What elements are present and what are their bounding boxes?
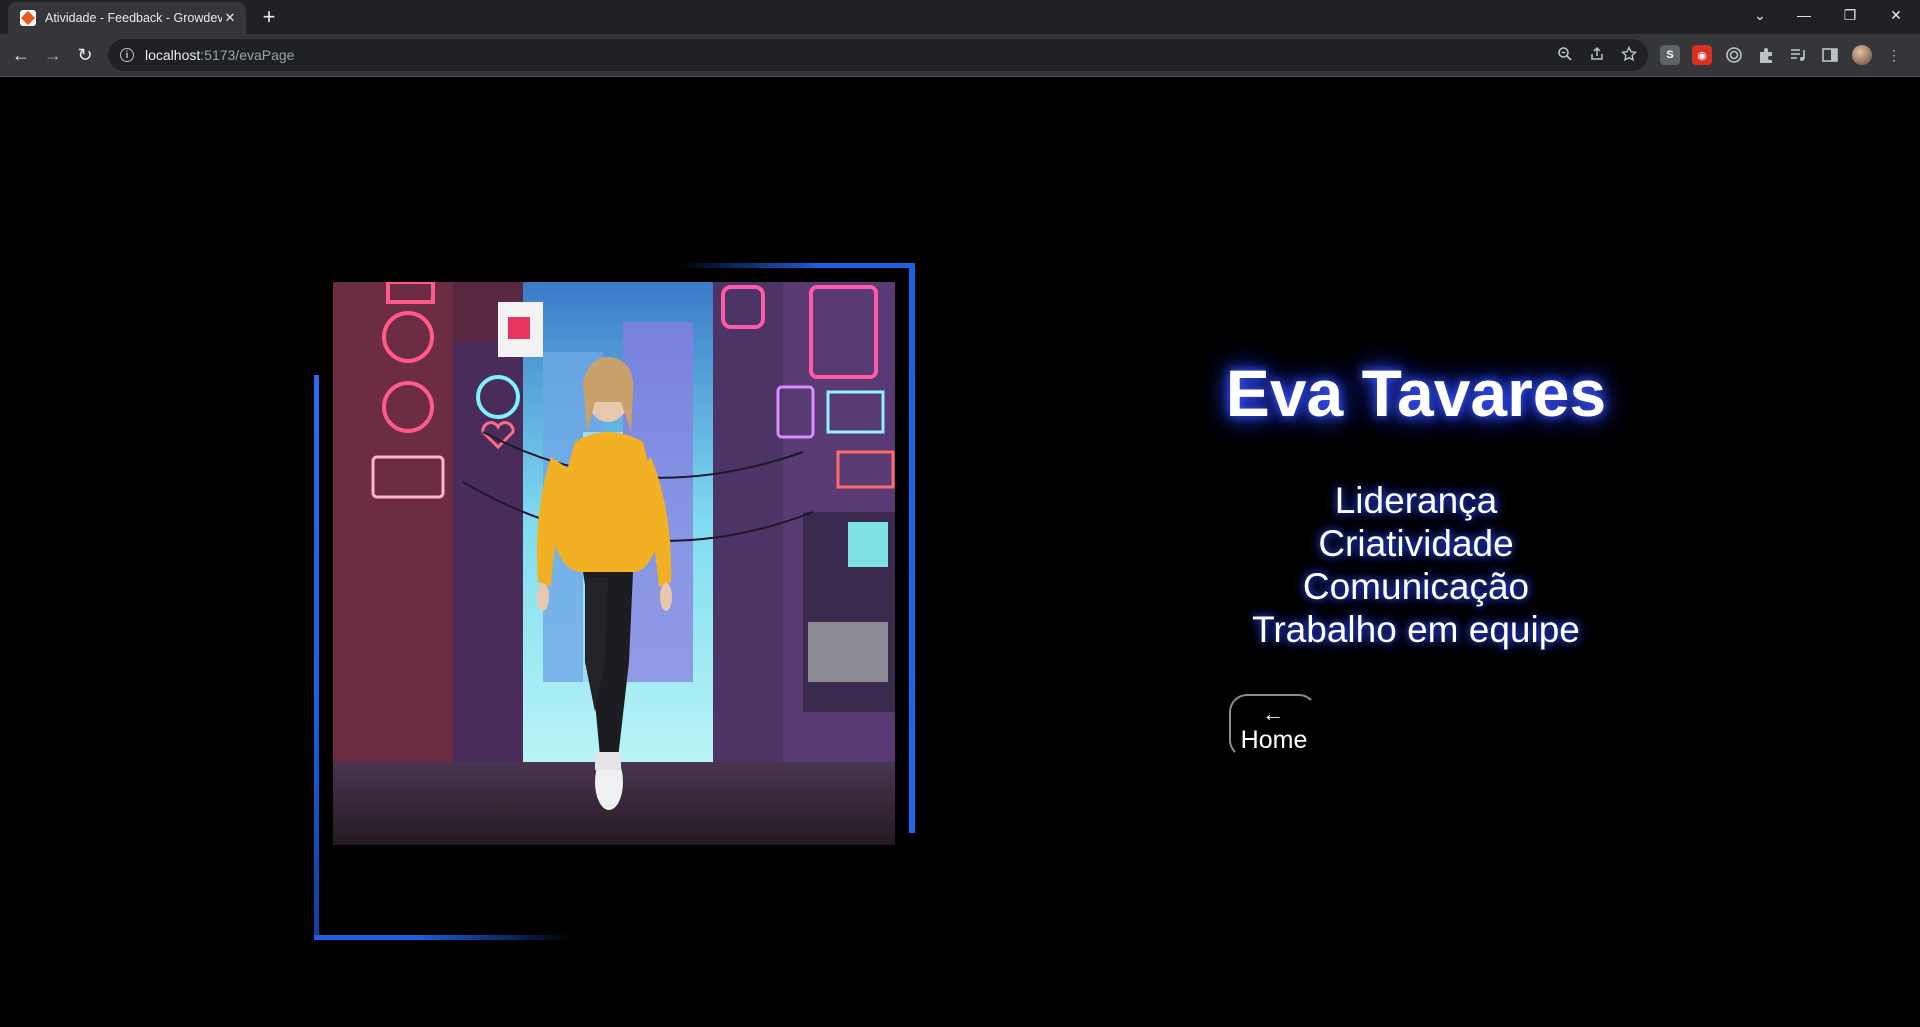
skill-item: Trabalho em equipe <box>1252 609 1580 650</box>
skill-item: Comunicação <box>1302 566 1530 607</box>
red-extension-icon[interactable]: ◉ <box>1692 45 1712 65</box>
url-text[interactable]: localhost:5173/evaPage <box>145 47 294 63</box>
tab-title: Atividade - Feedback - Growdev <box>45 11 222 25</box>
target-extension-icon[interactable] <box>1724 45 1744 65</box>
page-viewport: Eva Tavares Liderança Criatividade Comun… <box>0 77 1920 1027</box>
browser-tab-active[interactable]: Atividade - Feedback - Growdev ✕ <box>8 2 246 34</box>
profile-portrait-image <box>333 282 895 845</box>
zoom-icon[interactable] <box>1556 46 1574 65</box>
puzzle-icon[interactable] <box>1756 45 1776 65</box>
arrow-left-icon: ← <box>1262 701 1284 726</box>
restore-button[interactable]: ❐ <box>1828 0 1872 30</box>
minimize-button[interactable]: — <box>1782 0 1826 30</box>
reload-button[interactable]: ↻ <box>73 43 97 67</box>
url-path: :5173/evaPage <box>200 47 295 63</box>
browser-tab-strip: Atividade - Feedback - Growdev ✕ + ⌄ — ❐… <box>0 0 1920 34</box>
home-button-label: Home <box>1240 726 1308 754</box>
address-bar[interactable]: i localhost:5173/evaPage <box>108 39 1648 71</box>
profile-avatar[interactable] <box>1852 45 1872 65</box>
profile-name-heading: Eva Tavares <box>1225 356 1607 430</box>
menu-icon[interactable]: ⋮ <box>1884 45 1904 65</box>
frame-accent-right <box>909 263 915 833</box>
growdev-favicon-icon <box>20 10 36 26</box>
skype-extension-icon[interactable]: S <box>1660 45 1680 65</box>
home-button[interactable]: ← Home <box>1229 694 1317 758</box>
new-tab-button[interactable]: + <box>258 6 280 29</box>
star-icon[interactable] <box>1620 45 1638 65</box>
share-icon[interactable] <box>1588 46 1606 65</box>
skill-item: Liderança <box>1334 480 1498 521</box>
url-host: localhost <box>145 47 201 63</box>
close-window-button[interactable]: ✕ <box>1874 0 1918 30</box>
frame-accent-bottom <box>314 935 574 940</box>
skill-item: Criatividade <box>1318 523 1514 564</box>
back-button[interactable]: ← <box>9 43 33 67</box>
tab-close-icon[interactable]: ✕ <box>222 10 238 26</box>
site-info-icon[interactable]: i <box>120 48 134 62</box>
media-icon[interactable] <box>1788 45 1808 65</box>
forward-button[interactable]: → <box>41 43 65 67</box>
browser-toolbar: ← → ↻ i localhost:5173/evaPage S ◉ ⋮ <box>0 34 1920 77</box>
frame-accent-left <box>314 375 319 940</box>
tab-search-icon[interactable]: ⌄ <box>1738 0 1782 30</box>
frame-accent-top <box>678 263 914 268</box>
skills-list: Liderança Criatividade Comunicação Traba… <box>1170 479 1662 651</box>
side-panel-icon[interactable] <box>1820 45 1840 65</box>
